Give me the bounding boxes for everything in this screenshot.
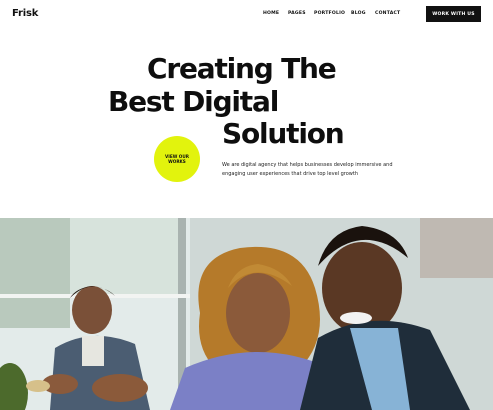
nav-contact[interactable]: CONTACT [375, 11, 400, 16]
site-header: Frisk HOME PAGES PORTFOLIO BLOG CONTACT … [0, 0, 493, 30]
hero-team-photo [0, 218, 493, 410]
hero-title-line-3: Solution [222, 117, 345, 150]
work-with-us-button[interactable]: WORK WITH US [426, 6, 481, 22]
hero-description: We are digital agency that helps busines… [222, 162, 393, 177]
nav-portfolio[interactable]: PORTFOLIO [314, 11, 345, 16]
hero-title-line-2: Best Digital [108, 85, 279, 118]
hero-title-line-1: Creating The [147, 52, 337, 85]
view-our-works-button[interactable]: VIEW OUR WORKS [154, 136, 200, 182]
nav-pages[interactable]: PAGES [288, 11, 306, 16]
view-our-works-label: VIEW OUR WORKS [165, 153, 189, 164]
site-logo[interactable]: Frisk [12, 8, 38, 19]
nav-blog[interactable]: BLOG [351, 11, 366, 16]
nav-home[interactable]: HOME [263, 11, 279, 16]
team-photo-illustration [0, 218, 493, 410]
